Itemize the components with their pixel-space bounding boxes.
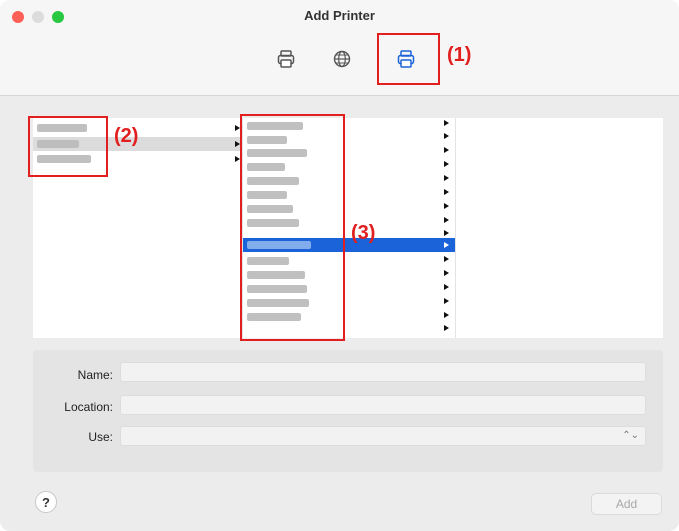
annotation-box-2 xyxy=(28,116,108,177)
toolbar-default-printer-button[interactable] xyxy=(273,46,299,72)
use-select[interactable]: ⌃⌄ xyxy=(120,426,646,446)
chevron-right-icon xyxy=(444,256,449,262)
chevron-right-icon xyxy=(444,203,449,209)
location-field[interactable] xyxy=(120,395,646,415)
printer-icon xyxy=(277,50,295,68)
column-divider xyxy=(455,118,456,338)
chevron-right-icon xyxy=(444,242,449,248)
add-button[interactable]: Add xyxy=(591,493,662,515)
chevron-right-icon xyxy=(444,325,449,331)
name-label: Name: xyxy=(77,368,113,382)
add-printer-window: Add Printer (1) (2) (3) Name: Location: … xyxy=(0,0,679,531)
use-label: Use: xyxy=(88,430,113,444)
annotation-2: (2) xyxy=(114,125,139,147)
chevron-right-icon xyxy=(444,120,449,126)
chevron-right-icon xyxy=(444,270,449,276)
annotation-1: (1) xyxy=(447,44,472,66)
chevron-right-icon xyxy=(444,175,449,181)
chevron-right-icon xyxy=(444,147,449,153)
help-button[interactable]: ? xyxy=(35,491,57,513)
name-field[interactable] xyxy=(120,362,646,382)
location-label: Location: xyxy=(64,400,113,414)
annotation-3: (3) xyxy=(351,222,376,244)
chevron-right-icon xyxy=(444,133,449,139)
chevron-right-icon xyxy=(444,230,449,236)
chevron-right-icon xyxy=(444,161,449,167)
chevron-right-icon xyxy=(444,284,449,290)
chevron-right-icon xyxy=(444,189,449,195)
chevron-updown-icon: ⌃⌄ xyxy=(622,430,639,441)
window-title: Add Printer xyxy=(304,8,375,23)
globe-icon xyxy=(333,50,351,68)
chevron-right-icon xyxy=(444,312,449,318)
chevron-right-icon xyxy=(444,298,449,304)
annotation-box-3 xyxy=(240,114,345,341)
toolbar-windows-printer-button[interactable] xyxy=(393,46,419,72)
chevron-right-icon xyxy=(444,217,449,223)
printer-details-panel: Name: Location: Use: ⌃⌄ xyxy=(33,350,663,472)
titlebar: Add Printer (1) xyxy=(0,0,679,96)
toolbar-ip-button[interactable] xyxy=(329,46,355,72)
printer-icon xyxy=(397,50,415,68)
network-browser[interactable] xyxy=(33,118,663,338)
